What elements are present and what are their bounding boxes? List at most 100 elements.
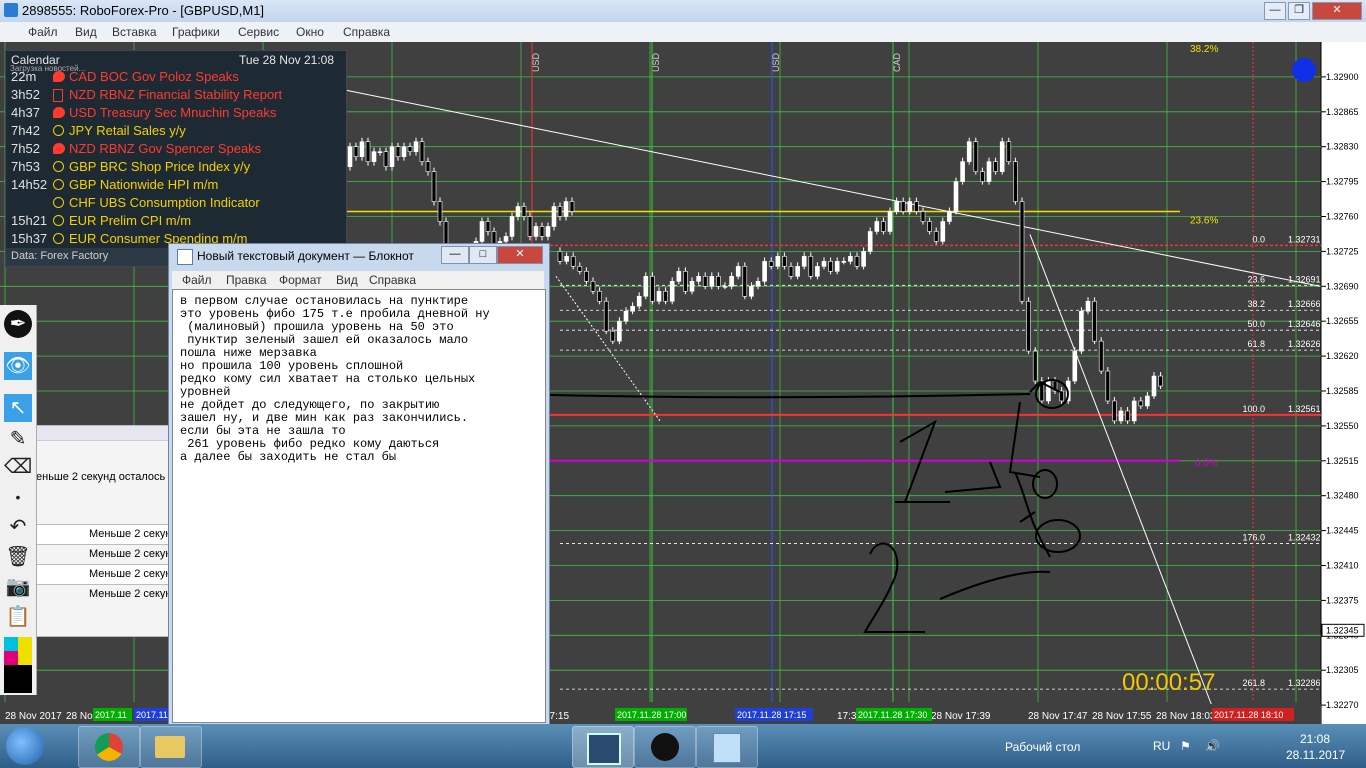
pen-logo-icon[interactable]: ✒ (4, 310, 32, 338)
calendar-event-row[interactable]: 14h52 GBP Nationwide HPI m/m (6, 177, 346, 195)
roboforex-taskbar-button[interactable] (572, 726, 634, 768)
pen-taskbar-button[interactable] (634, 726, 696, 768)
news-calendar-panel[interactable]: Calendar Tue 28 Nov 21:08 Загрузка новос… (5, 50, 347, 267)
candle-body (395, 146, 401, 157)
candle-body (986, 161, 992, 182)
explorer-taskbar-button[interactable] (140, 726, 202, 768)
menu-insert[interactable]: Вставка (112, 25, 157, 39)
candle-body (927, 221, 932, 232)
candle-body (617, 320, 622, 342)
menu-tools[interactable]: Сервис (238, 25, 279, 39)
black-swatch[interactable] (4, 665, 32, 693)
menu-file[interactable]: Файл (28, 25, 58, 39)
tray-flag-icon[interactable]: ⚑ (1180, 739, 1191, 753)
fib-236-label: 23.6% (1190, 216, 1218, 227)
clock-time[interactable]: 21:08 (1300, 732, 1330, 746)
event-title: NZD RBNZ Financial Stability Report (69, 87, 283, 102)
notepad-text[interactable]: в первом случае остановилась на пунктире… (180, 295, 490, 464)
notepad-taskbar-button[interactable] (696, 726, 758, 768)
candle-body (828, 261, 833, 272)
candle-body (815, 266, 820, 277)
close-button[interactable]: ✕ (1312, 2, 1362, 20)
candle-body (1019, 201, 1025, 302)
alert-row[interactable]: Меньше 2 секун (34, 524, 174, 545)
candle-body (907, 201, 913, 212)
notepad-text-area[interactable]: в первом случае остановилась на пунктире… (172, 289, 546, 723)
volume-icon[interactable]: 🔊 (1205, 739, 1220, 753)
candle-body (900, 201, 906, 212)
notepad-maximize-button[interactable]: □ (469, 246, 497, 264)
menu-help[interactable]: Справка (343, 25, 390, 39)
eye-icon[interactable]: 👁 (4, 352, 32, 380)
minimize-button[interactable]: — (1264, 2, 1286, 20)
price-label: 1.32550 (1326, 421, 1359, 431)
calendar-event-row[interactable]: 4h37 USD Treasury Sec Mnuchin Speaks (6, 105, 346, 123)
dot-icon[interactable]: • (4, 483, 32, 511)
menu-view[interactable]: Вид (75, 25, 97, 39)
menu-charts[interactable]: Графики (172, 25, 220, 39)
calendar-event-row[interactable]: CHF UBS Consumption Indicator (6, 195, 346, 213)
notepad-menu-view[interactable]: Вид (336, 273, 358, 287)
candle-body (1046, 380, 1051, 402)
notepad-menu-file[interactable]: Файл (182, 273, 212, 287)
time-mark-label: 2017.11.28 17:00 (617, 710, 686, 720)
candle-body (755, 281, 761, 287)
notepad-minimize-button[interactable]: — (441, 246, 469, 264)
chrome-taskbar-button[interactable] (78, 726, 140, 768)
candle-body (854, 256, 860, 267)
color-palette[interactable] (4, 637, 32, 693)
clock-date[interactable]: 28.11.2017 (1286, 748, 1345, 762)
event-tag: USD (771, 52, 781, 72)
time-label: 28 No (66, 711, 93, 722)
candle-body (993, 161, 998, 172)
alert-row[interactable]: Меньше 2 секун (34, 584, 174, 599)
eraser-icon[interactable]: ⌫ (4, 453, 32, 481)
restore-button[interactable]: ❐ (1288, 2, 1310, 20)
notepad-taskbar-icon (713, 733, 741, 763)
candle-body (413, 141, 419, 152)
time-mark-label: 2017.11.28 17:15 (737, 710, 806, 720)
candle-body (999, 141, 1005, 172)
pencil-icon[interactable]: ✎ (4, 425, 32, 453)
clipboard-icon[interactable]: 📋 (4, 603, 32, 631)
price-label: 1.32795 (1326, 177, 1359, 187)
calendar-event-row[interactable]: 7h42 JPY Retail Sales y/y (6, 123, 346, 141)
fib-382-label: 38.2% (1190, 44, 1218, 55)
notepad-title: Новый текстовый документ — Блокнот (197, 249, 414, 263)
menu-window[interactable]: Окно (296, 25, 324, 39)
language-indicator[interactable]: RU (1153, 739, 1170, 753)
calendar-event-row[interactable]: 3h52 NZD RBNZ Financial Stability Report (6, 87, 346, 105)
trash-icon[interactable]: 🗑 (4, 543, 32, 571)
notepad-menu-edit[interactable]: Правка (226, 273, 267, 287)
candle-body (1026, 300, 1031, 352)
candle-body (1158, 375, 1163, 387)
candle-body (347, 146, 353, 167)
candle-body (521, 206, 527, 217)
candle-body (425, 161, 431, 172)
candle-body (683, 271, 688, 292)
cursor-icon[interactable]: ↖ (4, 394, 32, 422)
desktop-label[interactable]: Рабочий стол (1005, 740, 1080, 754)
notepad-close-button[interactable]: ✕ (497, 246, 543, 264)
time-label: 28 Nov 2017 (5, 711, 62, 722)
calendar-event-row[interactable]: 22m CAD BOC Gov Poloz Speaks (6, 69, 346, 87)
candle-body (603, 300, 609, 332)
magenta-swatch[interactable] (4, 651, 18, 665)
candle-body (377, 151, 383, 153)
calendar-event-row[interactable]: 7h53 GBP BRC Shop Price Index y/y (6, 159, 346, 177)
calendar-event-row[interactable]: 15h21 EUR Prelim CPI m/m (6, 213, 346, 231)
notepad-window[interactable]: Новый текстовый документ — Блокнот — □ ✕… (168, 243, 550, 725)
calendar-event-row[interactable]: 7h52 NZD RBNZ Gov Spencer Speaks (6, 141, 346, 159)
candle-body (980, 171, 985, 182)
notepad-menu-format[interactable]: Формат (279, 273, 322, 287)
start-button[interactable] (6, 727, 44, 765)
candle-body (407, 146, 413, 152)
candle-body (383, 151, 389, 167)
notepad-menu-help[interactable]: Справка (369, 273, 416, 287)
alert-row[interactable]: Меньше 2 секун (34, 544, 174, 565)
price-label: 1.32515 (1326, 456, 1359, 466)
undo-icon[interactable]: ↶ (4, 513, 32, 541)
candle-body (933, 231, 939, 242)
alert-row[interactable]: Меньше 2 секун (34, 564, 174, 585)
camera-icon[interactable]: 📷 (4, 573, 32, 601)
